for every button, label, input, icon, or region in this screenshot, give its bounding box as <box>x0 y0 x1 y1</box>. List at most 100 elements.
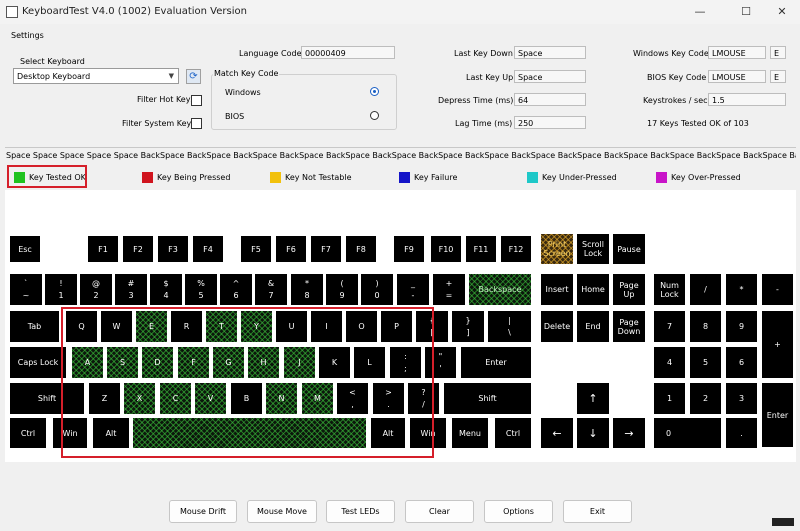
key-f9[interactable]: F9 <box>394 236 424 262</box>
test-leds-button[interactable]: Test LEDs <box>326 500 395 523</box>
key-8[interactable]: * 8 <box>291 274 323 305</box>
mouse-drift-button[interactable]: Mouse Drift <box>169 500 237 523</box>
keyboard-select[interactable]: Desktop Keyboard ▼ <box>13 68 179 84</box>
keystrokes-field: 1.5 <box>708 93 786 106</box>
key-numpad-3[interactable]: 3 <box>726 383 757 414</box>
match-windows-radio[interactable] <box>370 87 379 96</box>
key-numpad-dot[interactable]: . <box>726 418 757 448</box>
key-page-down[interactable]: Page Down <box>613 311 645 342</box>
key-backspace[interactable]: Backspace <box>469 274 531 305</box>
key-left-ctrl[interactable]: Ctrl <box>10 418 46 448</box>
key-backslash-top: | <box>508 316 511 325</box>
key-arrow-left[interactable]: ← <box>541 418 573 448</box>
key-numpad-4[interactable]: 4 <box>654 347 685 378</box>
last-key-down-field: Space <box>514 46 586 59</box>
language-code-field[interactable]: 00000409 <box>301 46 395 59</box>
key-numpad-9[interactable]: 9 <box>726 311 757 342</box>
key-num-lock[interactable]: Num Lock <box>654 274 685 305</box>
match-bios-radio[interactable] <box>370 111 379 120</box>
key-9[interactable]: (9 <box>326 274 358 305</box>
key-5-top: % <box>197 279 205 288</box>
key-1[interactable]: ! 1 <box>45 274 77 305</box>
legend-being-pressed-label: Key Being Pressed <box>157 173 231 182</box>
key-2-top: @ <box>92 279 100 288</box>
key-enter[interactable]: Enter <box>461 347 531 378</box>
key-insert[interactable]: Insert <box>541 274 573 305</box>
key-arrow-up[interactable]: ↑ <box>577 383 609 414</box>
exit-button[interactable]: Exit <box>563 500 632 523</box>
key-f3[interactable]: F3 <box>158 236 188 262</box>
key-pause[interactable]: Pause <box>613 234 645 264</box>
key-numpad-8[interactable]: 8 <box>690 311 721 342</box>
key-numpad-5[interactable]: 5 <box>690 347 721 378</box>
key-f1[interactable]: F1 <box>88 236 118 262</box>
key-f11[interactable]: F11 <box>466 236 496 262</box>
refresh-icon[interactable]: ⟳ <box>186 69 201 84</box>
key-numpad-6[interactable]: 6 <box>726 347 757 378</box>
mouse-move-button[interactable]: Mouse Move <box>247 500 317 523</box>
app-icon <box>6 6 18 18</box>
key-numpad-divide[interactable]: / <box>690 274 721 305</box>
match-key-code-label: Match Key Code <box>213 69 280 78</box>
filter-hot-keys-checkbox[interactable] <box>191 95 202 106</box>
key-menu[interactable]: Menu <box>452 418 488 448</box>
key-2[interactable]: @2 <box>80 274 112 305</box>
key-f4[interactable]: F4 <box>193 236 223 262</box>
key-tab[interactable]: Tab <box>10 311 59 342</box>
key-arrow-down[interactable]: ↓ <box>577 418 609 448</box>
filter-system-keys-checkbox[interactable] <box>191 118 202 129</box>
key-numpad-7[interactable]: 7 <box>654 311 685 342</box>
key-right-shift[interactable]: Shift <box>444 383 531 414</box>
match-key-code-group <box>211 74 397 130</box>
key-print-screen[interactable]: Print Screen <box>541 234 573 264</box>
key-page-up[interactable]: Page Up <box>613 274 645 305</box>
key-f5[interactable]: F5 <box>241 236 271 262</box>
key-f2[interactable]: F2 <box>123 236 153 262</box>
windows-key-code-field: LMOUSE <box>708 46 766 59</box>
key-f8[interactable]: F8 <box>346 236 376 262</box>
clear-button[interactable]: Clear <box>405 500 474 523</box>
key-7[interactable]: & 7 <box>255 274 287 305</box>
key-0[interactable]: ) 0 <box>361 274 393 305</box>
key-home[interactable]: Home <box>577 274 609 305</box>
key-equal[interactable]: + = <box>433 274 465 305</box>
key-delete[interactable]: Delete <box>541 311 573 342</box>
key-right-brace[interactable]: }] <box>452 311 484 342</box>
key-end[interactable]: End <box>577 311 609 342</box>
key-f7[interactable]: F7 <box>311 236 341 262</box>
key-6[interactable]: ^ 6 <box>220 274 252 305</box>
key-4[interactable]: $4 <box>150 274 182 305</box>
keyboard-highlight-box <box>61 307 434 458</box>
key-f6[interactable]: F6 <box>276 236 306 262</box>
key-right-brace-bottom: ] <box>466 328 470 337</box>
options-button[interactable]: Options <box>484 500 553 523</box>
key-tilde[interactable]: ` ~ <box>10 274 42 305</box>
minimize-button[interactable]: — <box>688 4 712 20</box>
close-button[interactable]: ✕ <box>770 4 794 20</box>
key-numpad-multiply[interactable]: * <box>726 274 757 305</box>
key-minus[interactable]: _ - <box>397 274 429 305</box>
key-numpad-enter[interactable]: Enter <box>762 383 793 447</box>
key-right-ctrl[interactable]: Ctrl <box>495 418 531 448</box>
legend-over-pressed-swatch <box>656 172 667 183</box>
depress-time-label: Depress Time (ms) <box>438 96 514 105</box>
key-numpad-2[interactable]: 2 <box>690 383 721 414</box>
key-caps-lock[interactable]: Caps Lock <box>10 347 66 378</box>
key-numpad-minus[interactable]: - <box>762 274 793 305</box>
key-scroll-lock[interactable]: Scroll Lock <box>577 234 609 264</box>
key-tilde-bottom: ~ <box>22 291 30 300</box>
key-3[interactable]: #3 <box>115 274 147 305</box>
filter-hot-keys-label: Filter Hot Keys <box>137 95 195 104</box>
keyboard-select-value: Desktop Keyboard <box>17 72 91 81</box>
key-backslash[interactable]: | \ <box>488 311 531 342</box>
key-numpad-1[interactable]: 1 <box>654 383 685 414</box>
key-f12[interactable]: F12 <box>501 236 531 262</box>
key-f10[interactable]: F10 <box>431 236 461 262</box>
key-numpad-plus[interactable]: + <box>762 311 793 378</box>
key-numpad-0[interactable]: 0 <box>654 418 721 448</box>
legend-under-pressed-label: Key Under-Pressed <box>542 173 617 182</box>
key-5[interactable]: % 5 <box>185 274 217 305</box>
key-arrow-right[interactable]: → <box>613 418 645 448</box>
key-esc[interactable]: Esc <box>10 236 40 262</box>
maximize-button[interactable]: ☐ <box>734 4 758 20</box>
